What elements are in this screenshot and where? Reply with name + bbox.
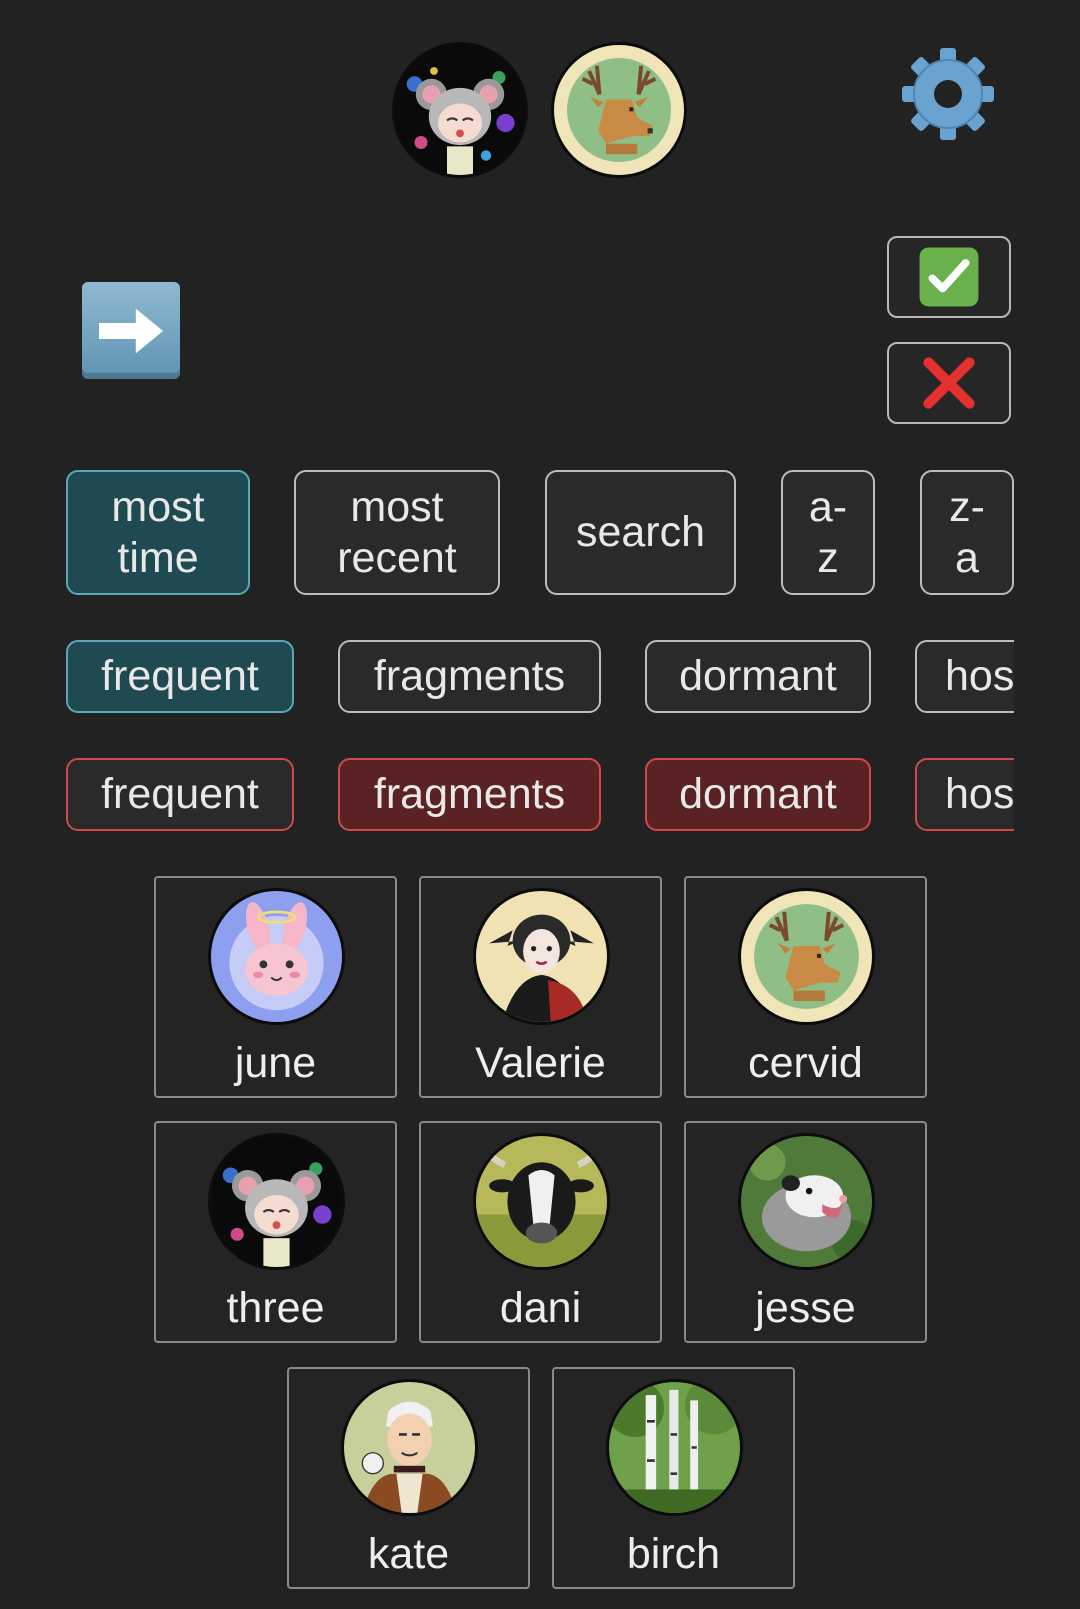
member-name: cervid (748, 1039, 863, 1087)
dani-avatar (473, 1133, 610, 1270)
right-arrow-icon (99, 308, 163, 353)
june-avatar (208, 888, 345, 1025)
sort-most-time[interactable]: most time (66, 470, 250, 595)
member-card-valerie[interactable]: Valerie (419, 876, 662, 1098)
three-avatar (208, 1133, 345, 1270)
member-card-kate[interactable]: kate (287, 1367, 530, 1589)
cancel-button[interactable] (887, 342, 1011, 424)
fronter-avatar-three[interactable] (392, 42, 528, 178)
member-name: Valerie (475, 1039, 606, 1087)
valerie-avatar (473, 888, 610, 1025)
member-card-birch[interactable]: birch (552, 1367, 795, 1589)
exclude-tag-dormant[interactable]: dormant (645, 758, 871, 831)
include-tag-filters: frequent fragments dormant hos (66, 640, 1014, 714)
sort-options: most time most recent search a- z z- a (66, 470, 1014, 596)
switch-arrow-button[interactable] (82, 282, 180, 379)
exclude-tag-hos[interactable]: hos (915, 758, 1014, 831)
member-name: birch (626, 1530, 721, 1578)
exclude-tag-filters: frequent fragments dormant hos (66, 758, 1014, 832)
member-name: jesse (755, 1284, 856, 1332)
member-card-dani[interactable]: dani (419, 1121, 662, 1343)
member-card-three[interactable]: three (154, 1121, 397, 1343)
exclude-tag-fragments[interactable]: fragments (338, 758, 601, 831)
confirm-button[interactable] (887, 236, 1011, 318)
include-tag-dormant[interactable]: dormant (645, 640, 871, 713)
sort-most-recent[interactable]: most recent (294, 470, 500, 595)
member-name: kate (367, 1530, 450, 1578)
member-name: dani (499, 1284, 582, 1332)
sort-z-a[interactable]: z- a (920, 470, 1014, 595)
member-card-cervid[interactable]: cervid (684, 876, 927, 1098)
include-tag-frequent[interactable]: frequent (66, 640, 294, 713)
member-card-jesse[interactable]: jesse (684, 1121, 927, 1343)
member-card-june[interactable]: june (154, 876, 397, 1098)
check-icon (919, 247, 979, 307)
include-tag-hos[interactable]: hos (915, 640, 1014, 713)
cross-icon (923, 357, 975, 409)
sort-search[interactable]: search (545, 470, 736, 595)
jesse-avatar (738, 1133, 875, 1270)
member-name: june (234, 1039, 317, 1087)
include-tag-fragments[interactable]: fragments (338, 640, 601, 713)
sort-a-z[interactable]: a- z (781, 470, 875, 595)
cervid-avatar (738, 888, 875, 1025)
member-name: three (226, 1284, 325, 1332)
birch-avatar (606, 1379, 743, 1516)
settings-gear-icon[interactable] (898, 44, 998, 144)
kate-avatar (341, 1379, 478, 1516)
exclude-tag-frequent[interactable]: frequent (66, 758, 294, 831)
fronter-avatar-cervid[interactable] (551, 42, 687, 178)
